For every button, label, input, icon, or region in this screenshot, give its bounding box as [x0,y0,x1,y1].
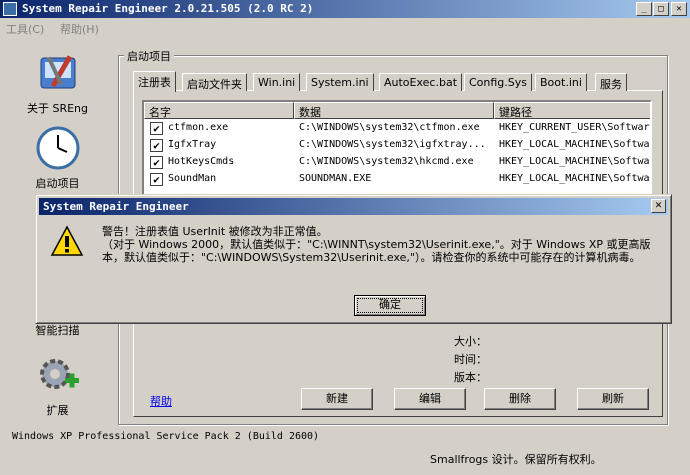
row-checkbox[interactable]: ✔ [150,122,163,135]
row-name: HotKeysCmds [168,156,235,167]
column-key-path[interactable]: 键路径 [494,102,650,119]
row-key-path: HKEY_LOCAL_MACHINE\Softwa [499,173,650,184]
row-name: SoundMan [168,173,217,184]
clock-icon [35,125,81,171]
tab-boot-ini[interactable]: Boot.ini [535,73,587,91]
sidebar-item-startup[interactable]: 启动项目 [20,125,95,191]
row-data: C:\WINDOWS\system32\hkcmd.exe [299,156,474,167]
sidebar-item-label: 启动项目 [35,177,80,190]
groupbox-title: 启动项目 [124,48,174,64]
row-checkbox[interactable]: ✔ [150,139,163,152]
detail-version-label: 版本： [454,371,487,384]
dialog-message-line1: 警告！注册表值 UserInit 被修改为非正常值。 [102,225,328,238]
detail-size-label: 大小： [454,335,487,348]
minimize-button[interactable]: _ [636,2,652,16]
sidebar-item-label: 智能扫描 [35,324,80,337]
dialog-close-button[interactable]: ✕ [651,199,666,213]
close-button[interactable]: ✕ [671,2,687,16]
dialog-titlebar: System Repair Engineer ✕ [39,198,668,215]
toolbox-icon [35,50,81,96]
menu-bar: 工具(C) 帮助(H) [0,18,690,38]
detail-time-label: 时间： [454,353,487,366]
dialog-message: 警告！注册表值 UserInit 被修改为非正常值。 （对于 Windows 2… [102,225,667,264]
gear-plus-icon [35,352,81,398]
window-title: System Repair Engineer 2.0.21.505 (2.0 R… [22,2,314,15]
tab-startup-folder[interactable]: 启动文件夹 [182,73,247,91]
row-data: C:\WINDOWS\system32\ctfmon.exe [299,122,480,133]
menu-tools[interactable]: 工具(C) [6,21,44,37]
sidebar-item-label: 关于 SREng [26,102,89,115]
help-link[interactable]: 帮助 [150,393,172,409]
tab-autoexec-bat[interactable]: AutoExec.bat [379,73,463,91]
copyright: Smallfrogs 设计。保留所有权利。 [430,453,602,466]
tab-win-ini[interactable]: Win.ini [253,73,301,91]
window-titlebar: System Repair Engineer 2.0.21.505 (2.0 R… [0,0,690,18]
tab-config-sys[interactable]: Config.Sys [464,73,533,91]
maximize-button[interactable]: □ [653,2,669,16]
tab-services[interactable]: 服务 [595,73,627,91]
new-button[interactable]: 新建 [301,388,373,410]
sidebar-item-extensions[interactable]: 扩展 [20,352,95,418]
warning-dialog: System Repair Engineer ✕ 警告！注册表值 UserIni… [35,194,672,324]
warning-icon [50,225,84,260]
refresh-button[interactable]: 刷新 [577,388,649,410]
column-data[interactable]: 数据 [294,102,494,119]
row-key-path: HKEY_LOCAL_MACHINE\Softwa [499,139,650,150]
row-name: ctfmon.exe [168,122,229,133]
startup-list[interactable]: 名字 数据 键路径 ✔ ctfmon.exe C:\WINDOWS\system… [142,100,652,205]
edit-button[interactable]: 编辑 [394,388,466,410]
row-name: IgfxTray [168,139,217,150]
sidebar-item-about[interactable]: 关于 SREng [20,50,95,116]
column-name[interactable]: 名字 [144,102,294,119]
tab-system-ini[interactable]: System.ini [306,73,374,91]
sidebar-item-label: 扩展 [46,404,69,417]
tab-registry[interactable]: 注册表 [133,71,176,92]
menu-help[interactable]: 帮助(H) [60,21,99,37]
row-checkbox[interactable]: ✔ [150,156,163,169]
delete-button[interactable]: 删除 [484,388,556,410]
dialog-message-line2: （对于 Windows 2000，默认值类似于："C:\WINNT\system… [102,238,651,264]
dialog-title: System Repair Engineer [43,200,189,213]
row-key-path: HKEY_LOCAL_MACHINE\Softwa [499,156,650,167]
table-row[interactable]: ✔ IgfxTray C:\WINDOWS\system32\igfxtray.… [144,137,650,154]
ok-button[interactable]: 确定 [354,295,426,316]
os-info: Windows XP Professional Service Pack 2 (… [12,431,320,442]
table-row[interactable]: ✔ SoundMan SOUNDMAN.EXE HKEY_LOCAL_MACHI… [144,171,650,188]
row-key-path: HKEY_CURRENT_USER\Softwar [499,122,650,133]
table-row[interactable]: ✔ ctfmon.exe C:\WINDOWS\system32\ctfmon.… [144,120,650,137]
app-icon [3,2,17,16]
row-data: C:\WINDOWS\system32\igfxtray... [299,139,486,150]
table-row[interactable]: ✔ HotKeysCmds C:\WINDOWS\system32\hkcmd.… [144,154,650,171]
row-checkbox[interactable]: ✔ [150,173,163,186]
row-data: SOUNDMAN.EXE [299,173,372,184]
